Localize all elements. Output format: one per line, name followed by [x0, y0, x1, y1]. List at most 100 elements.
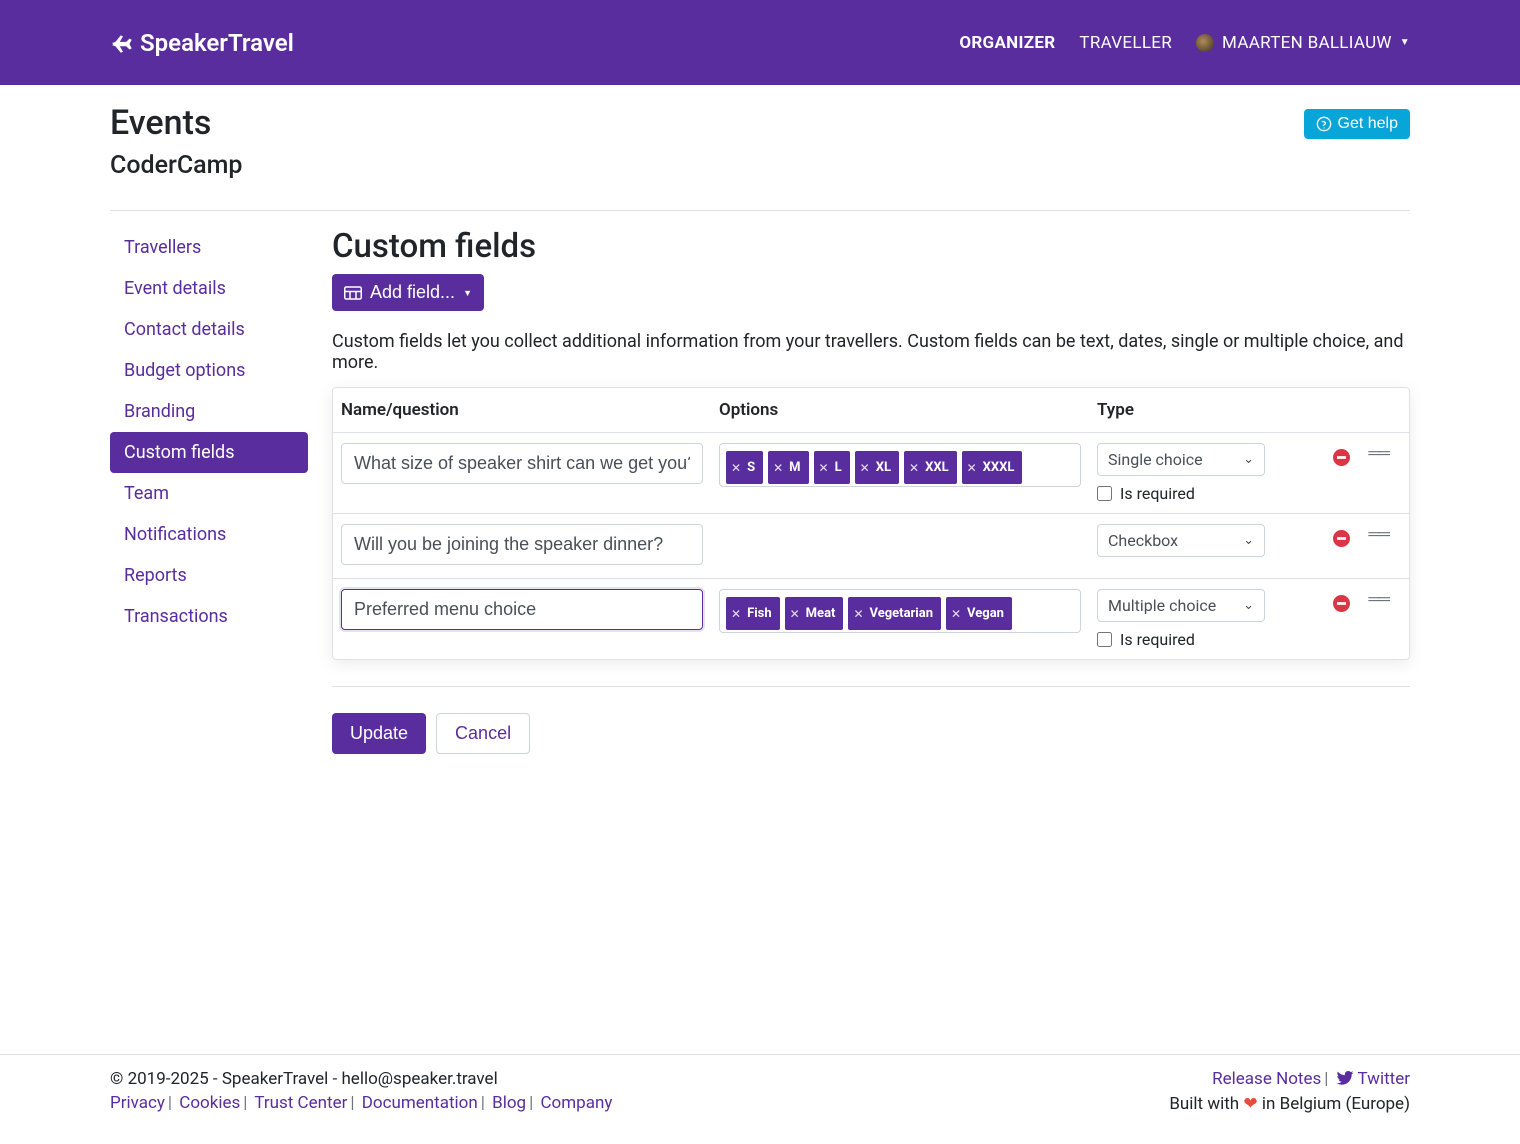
remove-tag-icon[interactable]: ✕ [731, 461, 741, 475]
sidebar-item-event-details[interactable]: Event details [110, 268, 308, 309]
app-logo[interactable]: SpeakerTravel [110, 29, 294, 57]
th-name: Name/question [333, 388, 711, 432]
logo-text: SpeakerTravel [140, 29, 294, 57]
footer-blog[interactable]: Blog [492, 1093, 526, 1113]
remove-tag-icon[interactable]: ✕ [731, 607, 741, 621]
sidebar: TravellersEvent detailsContact detailsBu… [110, 223, 308, 754]
update-button[interactable]: Update [332, 713, 426, 754]
chevron-down-icon: ⌄ [1243, 452, 1254, 467]
th-type: Type [1089, 388, 1267, 432]
option-tag: ✕M [768, 451, 808, 484]
section-description: Custom fields let you collect additional… [332, 331, 1410, 373]
field-name-input[interactable] [341, 524, 703, 565]
remove-tag-icon[interactable]: ✕ [790, 607, 800, 621]
type-select-value: Checkbox [1108, 531, 1178, 550]
user-menu[interactable]: MAARTEN BALLIAUW ▼ [1196, 33, 1410, 53]
chevron-down-icon: ▼ [463, 288, 472, 298]
option-tag-label: Vegetarian [870, 606, 933, 621]
top-navbar: SpeakerTravel ORGANIZER TRAVELLER MAARTE… [0, 0, 1520, 85]
sidebar-item-contact-details[interactable]: Contact details [110, 309, 308, 350]
remove-tag-icon[interactable]: ✕ [909, 461, 919, 475]
option-tag-label: XXXL [983, 460, 1015, 475]
option-tag-label: M [789, 460, 800, 475]
footer-trust[interactable]: Trust Center [254, 1093, 347, 1113]
remove-row-button[interactable] [1333, 449, 1350, 466]
drag-handle-icon[interactable]: ══ [1368, 530, 1389, 538]
sidebar-item-travellers[interactable]: Travellers [110, 227, 308, 268]
footer-built-with: Built with ❤ in Belgium (Europe) [1169, 1094, 1410, 1114]
table-row: ✕S✕M✕L✕XL✕XXL✕XXXLSingle choice⌄Is requi… [333, 433, 1409, 514]
type-select[interactable]: Checkbox ⌄ [1097, 524, 1265, 557]
add-field-button[interactable]: Add field... ▼ [332, 274, 484, 311]
help-icon [1316, 116, 1332, 132]
custom-fields-table: Name/question Options Type ✕S✕M✕L✕XL✕XXL… [332, 387, 1410, 660]
footer-cookies[interactable]: Cookies [179, 1093, 240, 1113]
option-tag-label: S [747, 460, 755, 475]
options-tag-input[interactable]: ✕S✕M✕L✕XL✕XXL✕XXXL [719, 443, 1081, 487]
option-tag: ✕ Vegetarian [848, 597, 941, 630]
sidebar-item-team[interactable]: Team [110, 473, 308, 514]
page-title: Events [110, 103, 242, 143]
nav-organizer[interactable]: ORGANIZER [959, 33, 1055, 53]
option-tag: ✕L [814, 451, 850, 484]
remove-tag-icon[interactable]: ✕ [819, 461, 829, 475]
remove-tag-icon[interactable]: ✕ [860, 461, 870, 475]
remove-row-button[interactable] [1333, 530, 1350, 547]
option-tag-label: Vegan [967, 606, 1004, 621]
field-name-input[interactable] [341, 589, 703, 630]
option-tag: ✕ XXXL [962, 451, 1023, 484]
type-select[interactable]: Single choice ⌄ [1097, 443, 1265, 476]
option-tag-label: XXL [925, 460, 949, 475]
remove-tag-icon[interactable]: ✕ [773, 461, 783, 475]
is-required-label: Is required [1120, 484, 1195, 503]
options-tag-input[interactable]: ✕ Fish ✕ Meat ✕ Vegetarian ✕ Vegan [719, 589, 1081, 633]
sidebar-item-custom-fields[interactable]: Custom fields [110, 432, 308, 473]
divider [110, 210, 1410, 211]
type-select-value: Single choice [1108, 450, 1203, 469]
table-row: Checkbox ⌄ ══ [333, 514, 1409, 579]
option-tag: ✕S [726, 451, 763, 484]
footer-company[interactable]: Company [540, 1093, 612, 1113]
get-help-button[interactable]: Get help [1304, 109, 1410, 139]
remove-tag-icon[interactable]: ✕ [951, 607, 961, 621]
plane-icon [110, 30, 136, 56]
page-subtitle: CoderCamp [110, 151, 242, 180]
footer: © 2019-2025 - SpeakerTravel - hello@spea… [0, 1054, 1520, 1144]
table-icon [344, 286, 362, 300]
footer-release-notes[interactable]: Release Notes [1212, 1069, 1321, 1089]
th-options: Options [711, 388, 1089, 432]
chevron-down-icon: ⌄ [1243, 533, 1254, 548]
remove-row-button[interactable] [1333, 595, 1350, 612]
sidebar-item-reports[interactable]: Reports [110, 555, 308, 596]
chevron-down-icon: ▼ [1400, 37, 1410, 48]
remove-tag-icon[interactable]: ✕ [853, 607, 863, 621]
footer-docs[interactable]: Documentation [362, 1093, 478, 1113]
sidebar-item-branding[interactable]: Branding [110, 391, 308, 432]
option-tag: ✕ Fish [726, 597, 780, 630]
option-tag: ✕ XL [855, 451, 899, 484]
is-required-checkbox[interactable] [1097, 632, 1112, 647]
option-tag-label: L [835, 460, 842, 475]
sidebar-item-budget-options[interactable]: Budget options [110, 350, 308, 391]
type-select-value: Multiple choice [1108, 596, 1216, 615]
cancel-button[interactable]: Cancel [436, 713, 530, 754]
heart-icon: ❤ [1243, 1094, 1257, 1114]
chevron-down-icon: ⌄ [1243, 598, 1254, 613]
option-tag-label: Meat [806, 606, 836, 621]
option-tag-label: Fish [747, 606, 772, 621]
sidebar-item-transactions[interactable]: Transactions [110, 596, 308, 637]
remove-tag-icon[interactable]: ✕ [967, 461, 977, 475]
type-select[interactable]: Multiple choice ⌄ [1097, 589, 1265, 622]
nav-traveller[interactable]: TRAVELLER [1079, 33, 1172, 53]
is-required-checkbox[interactable] [1097, 486, 1112, 501]
drag-handle-icon[interactable]: ══ [1368, 595, 1389, 603]
option-tag: ✕ Meat [785, 597, 844, 630]
drag-handle-icon[interactable]: ══ [1368, 449, 1389, 457]
option-tag-label: XL [876, 460, 891, 475]
footer-privacy[interactable]: Privacy [110, 1093, 165, 1113]
table-row: ✕ Fish ✕ Meat ✕ Vegetarian ✕ Vegan Multiple choi… [333, 579, 1409, 659]
option-tag: ✕ Vegan [946, 597, 1012, 630]
field-name-input[interactable] [341, 443, 703, 484]
footer-twitter[interactable]: Twitter [1358, 1069, 1410, 1089]
sidebar-item-notifications[interactable]: Notifications [110, 514, 308, 555]
